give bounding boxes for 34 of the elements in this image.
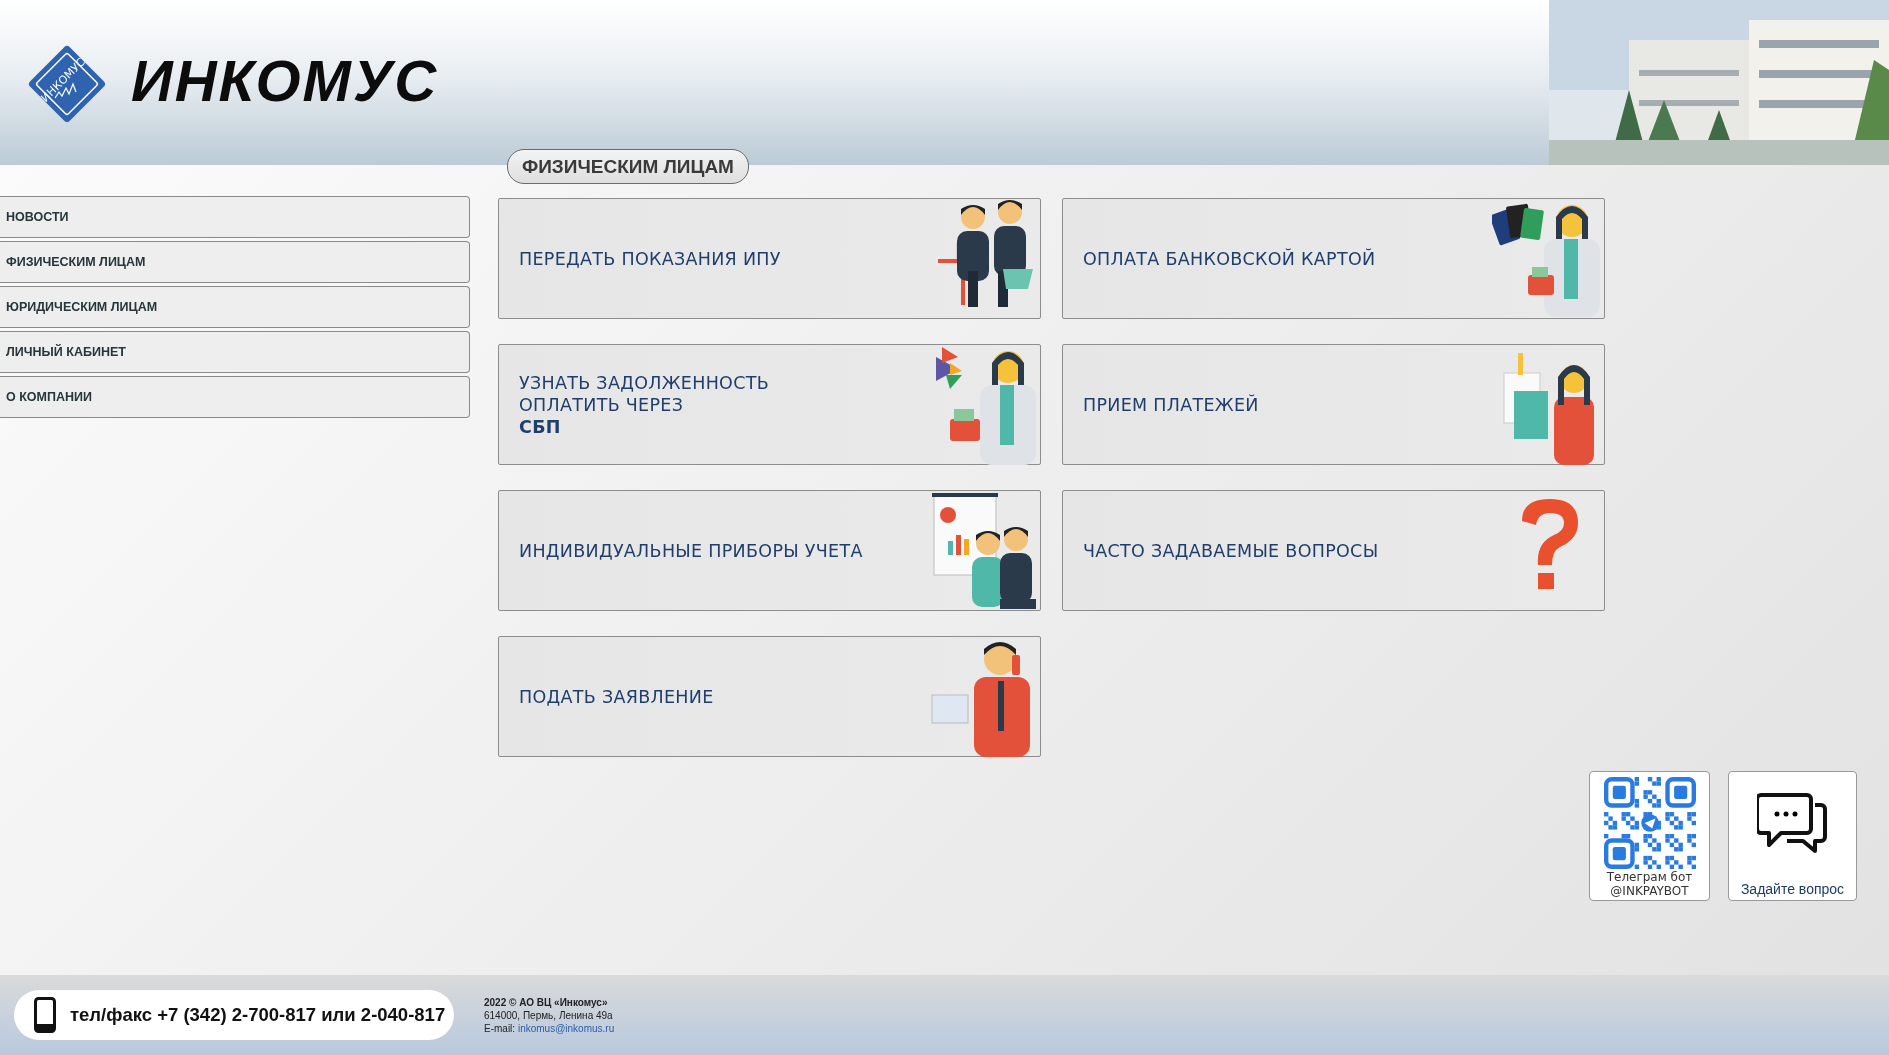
email-line: E-mail: inkomus@inkomus.ru	[484, 1021, 615, 1035]
sidebar-item[interactable]: НОВОСТИ	[0, 196, 470, 238]
service-card[interactable]: ЧАСТО ЗАДАВАЕМЫЕ ВОПРОСЫ	[1062, 490, 1605, 611]
card-title: ПРИЕМ ПЛАТЕЖЕЙ	[1083, 393, 1259, 416]
address-text: 614000, Пермь, Ленина 49а	[484, 1008, 614, 1022]
card-title: ЧАСТО ЗАДАВАЕМЫЕ ВОПРОСЫ	[1083, 539, 1379, 562]
service-card[interactable]: ПОДАТЬ ЗАЯВЛЕНИЕ	[498, 636, 1041, 757]
sidebar-item[interactable]: ЮРИДИЧЕСКИМ ЛИЦАМ	[0, 286, 470, 328]
service-card[interactable]: ПРИЕМ ПЛАТЕЖЕЙ	[1062, 344, 1605, 465]
card-title: ОПЛАТА БАНКОВСКОЙ КАРТОЙ	[1083, 247, 1376, 270]
card-title: ПЕРЕДАТЬ ПОКАЗАНИЯ ИПУ	[519, 247, 781, 270]
qr-code-icon	[1601, 777, 1698, 869]
sidebar-item[interactable]: О КОМПАНИИ	[0, 376, 470, 418]
copyright-text: 2022 © АО ВЦ «Инкомус»	[484, 995, 609, 1009]
card-title: УЗНАТЬ ЗАДОЛЖЕННОСТЬ ОПЛАТИТЬ ЧЕРЕЗ СБП	[519, 371, 769, 438]
service-card[interactable]: ПЕРЕДАТЬ ПОКАЗАНИЯ ИПУ	[498, 198, 1041, 319]
sidebar-item[interactable]: ФИЗИЧЕСКИМ ЛИЦАМ	[0, 241, 470, 283]
service-card[interactable]: ИНДИВИДУАЛЬНЫЕ ПРИБОРЫ УЧЕТА	[498, 490, 1041, 611]
tile-caption: Телеграм бот	[1606, 869, 1693, 884]
telegram-bot-tile[interactable]: Телеграм бот @INKPAYBOT	[1589, 771, 1710, 901]
sidebar-item[interactable]: ЛИЧНЫЙ КАБИНЕТ	[0, 331, 470, 373]
question-mark-icon	[1522, 498, 1578, 589]
service-card[interactable]: ОПЛАТА БАНКОВСКОЙ КАРТОЙ	[1062, 198, 1605, 319]
tile-caption: @INKPAYBOT	[1610, 884, 1689, 898]
section-title: ФИЗИЧЕСКИМ ЛИЦАМ	[507, 149, 749, 184]
mobile-phone-icon	[34, 997, 56, 1033]
tile-caption: Задайте вопрос	[1740, 882, 1845, 896]
service-card[interactable]: УЗНАТЬ ЗАДОЛЖЕННОСТЬ ОПЛАТИТЬ ЧЕРЕЗ СБП	[498, 344, 1041, 465]
card-title: ПОДАТЬ ЗАЯВЛЕНИЕ	[519, 685, 714, 708]
company-wordmark: ИНКОМУС	[131, 47, 439, 114]
phone-number: тел/факс +7 (342) 2-700-817 или 2-040-817	[70, 1004, 446, 1026]
email-link[interactable]: inkomus@inkomus.ru	[517, 1022, 615, 1034]
ask-question-tile[interactable]: Задайте вопрос	[1728, 771, 1857, 901]
card-title: ИНДИВИДУАЛЬНЫЕ ПРИБОРЫ УЧЕТА	[519, 539, 863, 562]
